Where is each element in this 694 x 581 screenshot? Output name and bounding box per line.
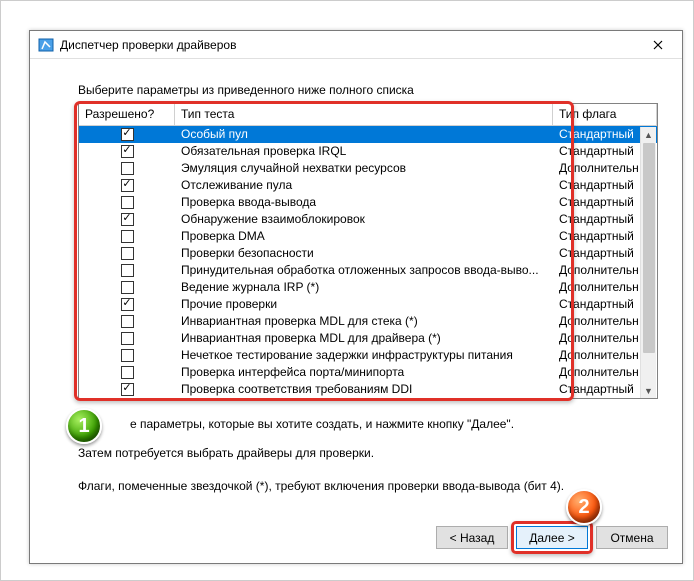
row-checkbox[interactable]: [121, 349, 134, 362]
cancel-button[interactable]: Отмена: [596, 526, 668, 549]
row-checkbox[interactable]: [121, 247, 134, 260]
row-test-label: Проверка интерфейса порта/минипорта: [175, 364, 553, 381]
row-checkbox-cell: [79, 262, 175, 279]
scrollbar-up-icon[interactable]: ▲: [641, 127, 656, 143]
row-checkbox[interactable]: [121, 264, 134, 277]
row-test-label: Инвариантная проверка MDL для стека (*): [175, 313, 553, 330]
listview-row[interactable]: Принудительная обработка отложенных запр…: [79, 262, 657, 279]
row-checkbox-cell: [79, 177, 175, 194]
back-button[interactable]: < Назад: [436, 526, 508, 549]
driver-verifier-window: Диспетчер проверки драйверов Выберите па…: [29, 30, 683, 564]
instruction-text: Выберите параметры из приведенного ниже …: [78, 83, 660, 97]
hint-line-2: Затем потребуется выбрать драйверы для п…: [78, 442, 660, 465]
annotation-badge-2: 2: [566, 489, 602, 525]
row-checkbox-cell: [79, 279, 175, 296]
row-checkbox[interactable]: [121, 383, 134, 396]
row-checkbox-cell: [79, 228, 175, 245]
listview-row[interactable]: Отслеживание пулаСтандартный: [79, 177, 657, 194]
listview-row[interactable]: Проверка интерфейса порта/минипортаДопол…: [79, 364, 657, 381]
row-test-label: Проверка ввода-вывода: [175, 194, 553, 211]
row-checkbox-cell: [79, 194, 175, 211]
hint-line-1: е параметры, которые вы хотите создать, …: [130, 413, 660, 436]
row-checkbox[interactable]: [121, 145, 134, 158]
wizard-hints: е параметры, которые вы хотите создать, …: [78, 413, 660, 497]
listview-row[interactable]: Прочие проверкиСтандартный: [79, 296, 657, 313]
settings-listview[interactable]: Разрешено? Тип теста Тип флага Особый пу…: [78, 103, 658, 399]
scrollbar-down-icon[interactable]: ▼: [641, 383, 656, 399]
next-button[interactable]: Далее >: [516, 526, 588, 549]
row-test-label: Эмуляция случайной нехватки ресурсов: [175, 160, 553, 177]
app-icon: [38, 37, 54, 53]
listview-header: Разрешено? Тип теста Тип флага: [79, 104, 657, 126]
listview-row[interactable]: Эмуляция случайной нехватки ресурсовДопо…: [79, 160, 657, 177]
row-test-label: Проверки безопасности: [175, 245, 553, 262]
wizard-content: Выберите параметры из приведенного ниже …: [30, 59, 682, 497]
row-checkbox-cell: [79, 160, 175, 177]
listview-row[interactable]: Нечеткое тестирование задержки инфрастру…: [79, 347, 657, 364]
column-test-type[interactable]: Тип теста: [175, 104, 553, 125]
row-test-label: Отслеживание пула: [175, 177, 553, 194]
wizard-button-bar: < Назад Далее > Отмена: [436, 526, 668, 549]
listview-row[interactable]: Проверка соответствия требованиям DDIСта…: [79, 381, 657, 398]
annotation-badge-1: 1: [66, 408, 102, 444]
row-checkbox[interactable]: [121, 332, 134, 345]
row-test-label: Обязательная проверка IRQL: [175, 143, 553, 160]
row-checkbox-cell: [79, 381, 175, 398]
row-checkbox[interactable]: [121, 213, 134, 226]
row-test-label: Особый пул: [175, 126, 553, 143]
row-checkbox[interactable]: [121, 366, 134, 379]
row-checkbox[interactable]: [121, 196, 134, 209]
row-test-label: Ведение журнала IRP (*): [175, 279, 553, 296]
row-checkbox-cell: [79, 364, 175, 381]
listview-row[interactable]: Проверки безопасностиСтандартный: [79, 245, 657, 262]
listview-row[interactable]: Обязательная проверка IRQLСтандартный: [79, 143, 657, 160]
scrollbar-thumb[interactable]: [643, 143, 655, 353]
listview-row[interactable]: Инвариантная проверка MDL для драйвера (…: [79, 330, 657, 347]
row-checkbox-cell: [79, 347, 175, 364]
screenshot-frame: Диспетчер проверки драйверов Выберите па…: [0, 0, 694, 581]
row-test-label: Проверка соответствия требованиям DDI: [175, 381, 553, 398]
listview-row[interactable]: Проверка DMAСтандартный: [79, 228, 657, 245]
row-checkbox-cell: [79, 245, 175, 262]
row-checkbox[interactable]: [121, 230, 134, 243]
listview-row[interactable]: Ведение журнала IRP (*)Дополнительный: [79, 279, 657, 296]
listview-row[interactable]: Обнаружение взаимоблокировокСтандартный: [79, 211, 657, 228]
listview-scrollbar[interactable]: ▲ ▼: [640, 127, 656, 399]
row-checkbox-cell: [79, 126, 175, 143]
listview-row[interactable]: Особый пулСтандартный: [79, 126, 657, 143]
close-button[interactable]: [638, 34, 678, 56]
row-checkbox-cell: [79, 211, 175, 228]
row-test-label: Прочие проверки: [175, 296, 553, 313]
title-bar: Диспетчер проверки драйверов: [30, 31, 682, 59]
row-checkbox[interactable]: [121, 179, 134, 192]
listview-row[interactable]: Проверка ввода-выводаСтандартный: [79, 194, 657, 211]
row-checkbox-cell: [79, 296, 175, 313]
row-test-label: Обнаружение взаимоблокировок: [175, 211, 553, 228]
window-title: Диспетчер проверки драйверов: [60, 38, 638, 52]
row-checkbox-cell: [79, 313, 175, 330]
row-checkbox[interactable]: [121, 298, 134, 311]
column-flag-type[interactable]: Тип флага: [553, 104, 657, 125]
row-test-label: Принудительная обработка отложенных запр…: [175, 262, 553, 279]
row-checkbox[interactable]: [121, 128, 134, 141]
row-checkbox-cell: [79, 143, 175, 160]
row-checkbox-cell: [79, 330, 175, 347]
column-allowed[interactable]: Разрешено?: [79, 104, 175, 125]
listview-row[interactable]: Инвариантная проверка MDL для стека (*)Д…: [79, 313, 657, 330]
row-test-label: Нечеткое тестирование задержки инфрастру…: [175, 347, 553, 364]
row-checkbox[interactable]: [121, 315, 134, 328]
row-checkbox[interactable]: [121, 281, 134, 294]
row-test-label: Инвариантная проверка MDL для драйвера (…: [175, 330, 553, 347]
row-checkbox[interactable]: [121, 162, 134, 175]
row-test-label: Проверка DMA: [175, 228, 553, 245]
